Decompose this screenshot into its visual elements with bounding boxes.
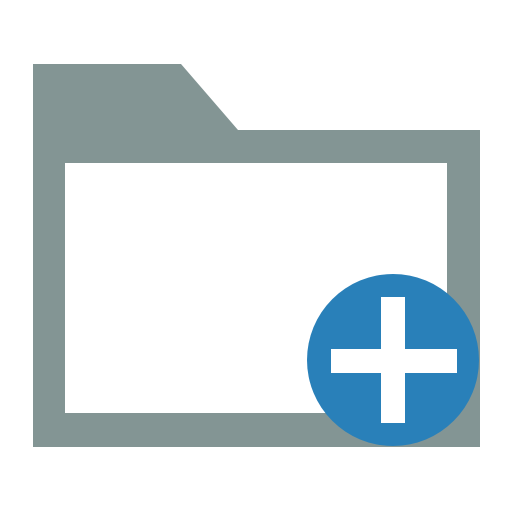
icon-canvas xyxy=(0,0,512,512)
plus-vertical-bar xyxy=(381,297,405,423)
new-folder-icon xyxy=(33,64,480,447)
plus-icon xyxy=(307,274,479,446)
